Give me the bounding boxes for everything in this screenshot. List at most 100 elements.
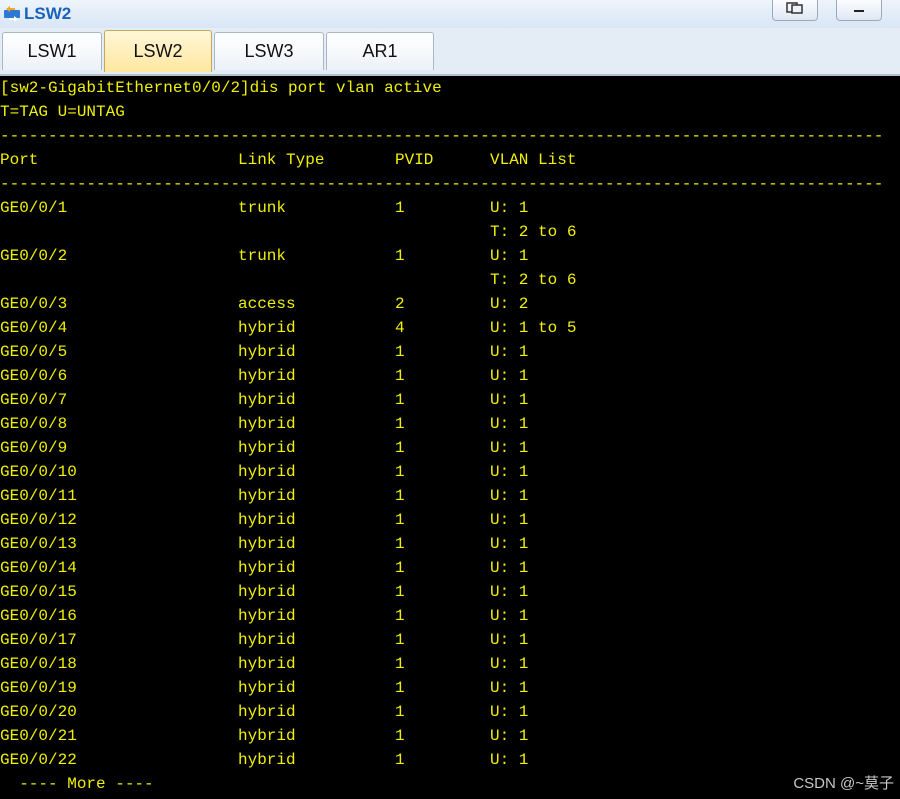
restore-icon xyxy=(786,1,804,19)
cell-vlan-list: U: 1 xyxy=(490,439,529,457)
cell-port: GE0/0/3 xyxy=(0,295,68,313)
minimize-icon xyxy=(851,1,867,19)
cell-port: GE0/0/21 xyxy=(0,727,77,745)
cell-pvid: 1 xyxy=(395,703,405,721)
cell-pvid: 1 xyxy=(395,367,405,385)
cell-link-type: hybrid xyxy=(238,703,296,721)
cell-vlan-list: U: 1 xyxy=(490,727,529,745)
cell-vlan-list: U: 1 to 5 xyxy=(490,319,577,337)
cell-pvid: 1 xyxy=(395,199,405,217)
table-row: GE0/0/1 trunk 1 U: 1 xyxy=(0,196,900,220)
table-row: GE0/0/11 hybrid 1 U: 1 xyxy=(0,484,900,508)
table-row: GE0/0/14 hybrid 1 U: 1 xyxy=(0,556,900,580)
cell-pvid: 1 xyxy=(395,631,405,649)
tab-lsw2[interactable]: LSW2 xyxy=(104,30,212,72)
cell-pvid: 1 xyxy=(395,535,405,553)
table-row: T: 2 to 6 xyxy=(0,220,900,244)
restore-button[interactable] xyxy=(772,0,818,21)
cell-link-type: hybrid xyxy=(238,607,296,625)
table-row: GE0/0/13 hybrid 1 U: 1 xyxy=(0,532,900,556)
cell-vlan-list: U: 1 xyxy=(490,487,529,505)
cell-port: GE0/0/5 xyxy=(0,343,68,361)
cell-link-type: access xyxy=(238,295,296,313)
cell-vlan-list: U: 1 xyxy=(490,583,529,601)
cell-pvid: 4 xyxy=(395,319,405,337)
cell-pvid: 1 xyxy=(395,247,405,265)
cell-port: GE0/0/22 xyxy=(0,751,77,769)
table-row: GE0/0/12 hybrid 1 U: 1 xyxy=(0,508,900,532)
cell-vlan-list: U: 1 xyxy=(490,391,529,409)
cell-port: GE0/0/10 xyxy=(0,463,77,481)
cell-pvid: 1 xyxy=(395,583,405,601)
minimize-button[interactable] xyxy=(836,0,882,21)
cell-vlan-list: U: 1 xyxy=(490,463,529,481)
header-port: Port xyxy=(0,151,39,169)
table-row: T: 2 to 6 xyxy=(0,268,900,292)
switch-icon xyxy=(2,4,22,24)
cell-port: GE0/0/18 xyxy=(0,655,77,673)
tag-legend: T=TAG U=UNTAG xyxy=(0,103,125,121)
window-title: LSW2 xyxy=(24,4,72,23)
cell-pvid: 1 xyxy=(395,655,405,673)
cell-pvid: 1 xyxy=(395,391,405,409)
table-row: GE0/0/21 hybrid 1 U: 1 xyxy=(0,724,900,748)
cell-vlan-list: U: 1 xyxy=(490,679,529,697)
cell-link-type: trunk xyxy=(238,199,287,217)
table-row: GE0/0/22 hybrid 1 U: 1 xyxy=(0,748,900,772)
tab-ar1[interactable]: AR1 xyxy=(326,32,434,70)
table-row: GE0/0/7 hybrid 1 U: 1 xyxy=(0,388,900,412)
cell-vlan-list: U: 1 xyxy=(490,199,529,217)
command-line: [sw2-GigabitEthernet0/0/2]dis port vlan … xyxy=(0,79,442,97)
cell-vlan-list: U: 1 xyxy=(490,535,529,553)
table-row: GE0/0/20 hybrid 1 U: 1 xyxy=(0,700,900,724)
cell-pvid: 1 xyxy=(395,511,405,529)
tab-lsw3[interactable]: LSW3 xyxy=(214,32,324,70)
cell-link-type: hybrid xyxy=(238,727,296,745)
cell-link-type: hybrid xyxy=(238,415,296,433)
cell-vlan-list: U: 1 xyxy=(490,343,529,361)
cell-link-type: hybrid xyxy=(238,367,296,385)
cell-pvid: 1 xyxy=(395,439,405,457)
separator-line: ----------------------------------------… xyxy=(0,175,884,193)
table-row: GE0/0/4 hybrid 4 U: 1 to 5 xyxy=(0,316,900,340)
cell-port: GE0/0/1 xyxy=(0,199,68,217)
cell-port: GE0/0/2 xyxy=(0,247,68,265)
more-prompt: ---- More ---- xyxy=(0,775,154,793)
cell-link-type: hybrid xyxy=(238,583,296,601)
header-pvid: PVID xyxy=(395,151,434,169)
cell-pvid: 1 xyxy=(395,343,405,361)
table-row: GE0/0/6 hybrid 1 U: 1 xyxy=(0,364,900,388)
header-vlan-list: VLAN List xyxy=(490,151,577,169)
cell-link-type: hybrid xyxy=(238,751,296,769)
cell-link-type: hybrid xyxy=(238,679,296,697)
cell-link-type: hybrid xyxy=(238,511,296,529)
cell-vlan-list: U: 1 xyxy=(490,247,529,265)
cell-pvid: 1 xyxy=(395,751,405,769)
cell-link-type: hybrid xyxy=(238,535,296,553)
cell-port: GE0/0/19 xyxy=(0,679,77,697)
cell-vlan-list: U: 1 xyxy=(490,559,529,577)
cell-vlan-list: U: 1 xyxy=(490,415,529,433)
cell-vlan-list: U: 2 xyxy=(490,295,529,313)
cell-link-type: hybrid xyxy=(238,655,296,673)
cell-port: GE0/0/6 xyxy=(0,367,68,385)
cell-port: GE0/0/7 xyxy=(0,391,68,409)
cell-port: GE0/0/9 xyxy=(0,439,68,457)
cell-vlan-list: U: 1 xyxy=(490,655,529,673)
table-row: GE0/0/2 trunk 1 U: 1 xyxy=(0,244,900,268)
cell-pvid: 1 xyxy=(395,727,405,745)
cell-pvid: 2 xyxy=(395,295,405,313)
table-row: GE0/0/15 hybrid 1 U: 1 xyxy=(0,580,900,604)
cell-pvid: 1 xyxy=(395,415,405,433)
watermark: CSDN @~莫子 xyxy=(793,775,894,792)
cell-vlan-list: U: 1 xyxy=(490,607,529,625)
cell-port: GE0/0/12 xyxy=(0,511,77,529)
cell-pvid: 1 xyxy=(395,607,405,625)
cell-link-type: hybrid xyxy=(238,391,296,409)
cell-link-type: hybrid xyxy=(238,559,296,577)
cell-link-type: trunk xyxy=(238,247,287,265)
table-header: Port Link Type PVID VLAN List xyxy=(0,148,900,172)
console-terminal[interactable]: [sw2-GigabitEthernet0/0/2]dis port vlan … xyxy=(0,76,900,799)
cell-port: GE0/0/14 xyxy=(0,559,77,577)
tab-lsw1[interactable]: LSW1 xyxy=(2,32,102,70)
